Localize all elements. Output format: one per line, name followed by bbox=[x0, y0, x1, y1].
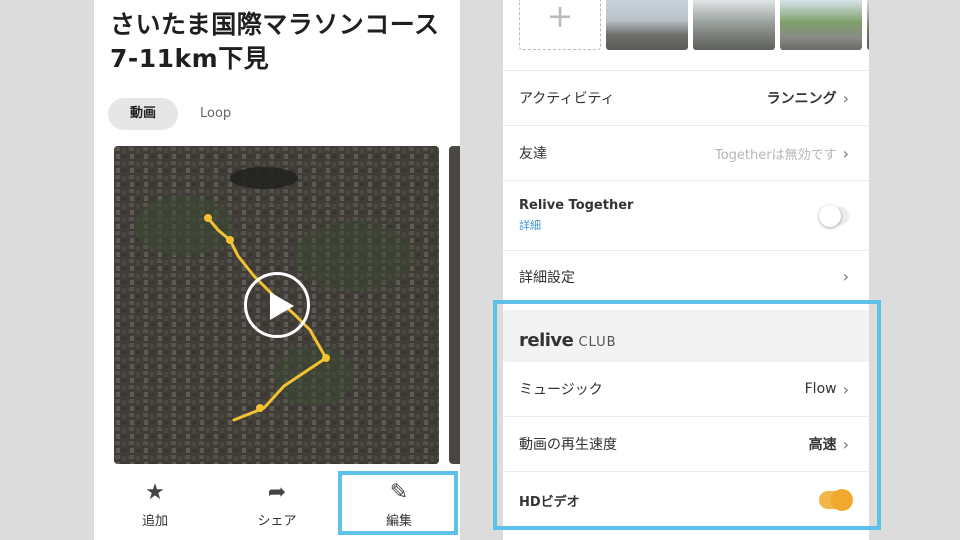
photo-strip: + bbox=[519, 0, 869, 50]
star-icon: ★ bbox=[145, 479, 165, 505]
media-tabs: 動画 Loop bbox=[108, 98, 253, 130]
friends-label: 友達 bbox=[519, 146, 547, 162]
chevron-right-icon: › bbox=[842, 143, 849, 163]
share-button[interactable]: ➦ シェア bbox=[216, 468, 338, 540]
route-marker bbox=[322, 354, 330, 362]
add-label: 追加 bbox=[141, 513, 168, 529]
add-button[interactable]: ★ 追加 bbox=[94, 468, 216, 540]
share-label: シェア bbox=[257, 513, 297, 529]
route-marker bbox=[204, 214, 212, 222]
friends-value: Togetherは無効です bbox=[714, 147, 837, 163]
advanced-settings-label: 詳細設定 bbox=[519, 269, 575, 286]
details-link[interactable]: 詳細 bbox=[519, 217, 819, 233]
activity-row[interactable]: アクティビティ ランニング › bbox=[503, 70, 869, 126]
tab-video[interactable]: 動画 bbox=[108, 98, 179, 130]
photo-thumbnail[interactable] bbox=[693, 0, 775, 50]
route-marker bbox=[256, 404, 264, 412]
activity-value: ランニング bbox=[766, 91, 837, 107]
video-preview[interactable] bbox=[114, 146, 439, 464]
relive-together-label: Relive Together bbox=[519, 198, 634, 213]
relive-together-toggle[interactable] bbox=[819, 204, 849, 227]
relive-together-text: Relive Together 詳細 bbox=[519, 198, 819, 233]
relive-together-row: Relive Together 詳細 bbox=[503, 181, 869, 251]
edit-highlight-frame bbox=[338, 471, 458, 535]
advanced-settings-row[interactable]: 詳細設定 › bbox=[503, 251, 869, 303]
tab-loop[interactable]: Loop bbox=[178, 98, 253, 130]
activity-label: アクティビティ bbox=[519, 91, 615, 107]
photo-thumbnail[interactable] bbox=[780, 0, 862, 50]
share-icon: ➦ bbox=[267, 479, 287, 505]
chevron-right-icon: › bbox=[842, 267, 849, 286]
photo-thumbnail[interactable] bbox=[606, 0, 688, 50]
activity-title: さいたま国際マラソンコース 7-11km下見 bbox=[110, 10, 440, 73]
relive-club-highlight-frame bbox=[493, 300, 881, 530]
friends-row[interactable]: 友達 Togetherは無効です › bbox=[503, 126, 869, 181]
add-photo-button[interactable]: + bbox=[519, 0, 601, 50]
activity-detail-screen: さいたま国際マラソンコース 7-11km下見 動画 Loop ★ 追加 ➦ シェ… bbox=[94, 0, 460, 540]
photo-thumbnail[interactable] bbox=[867, 0, 869, 50]
toggle-knob bbox=[819, 204, 841, 227]
chevron-right-icon: › bbox=[842, 88, 849, 108]
next-video-preview[interactable] bbox=[449, 146, 460, 464]
play-icon[interactable] bbox=[244, 272, 310, 338]
route-marker bbox=[226, 236, 234, 244]
